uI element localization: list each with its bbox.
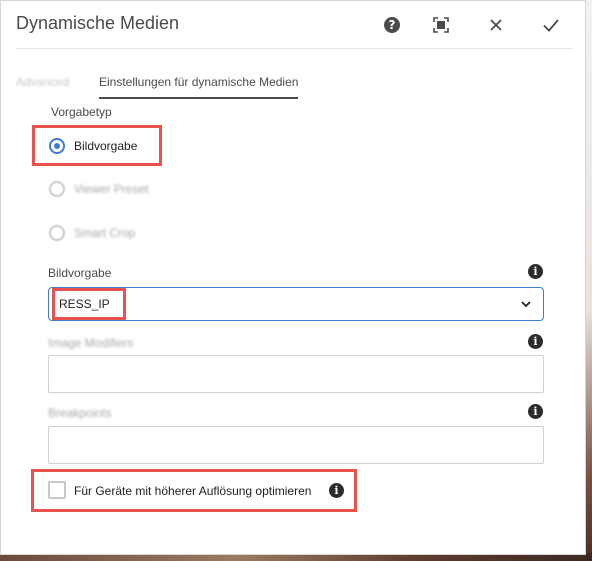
- image-modifiers-input[interactable]: [48, 355, 544, 393]
- info-icon[interactable]: i: [528, 404, 543, 419]
- radio-viewer-preset[interactable]: [49, 181, 65, 197]
- fullscreen-icon[interactable]: [431, 15, 451, 35]
- radio-viewer-preset-label: Viewer Preset: [74, 182, 149, 196]
- radio-image-preset[interactable]: [49, 138, 65, 154]
- check-icon[interactable]: [541, 15, 561, 35]
- radio-smart-crop[interactable]: [49, 225, 65, 241]
- dialog-title: Dynamische Medien: [16, 13, 180, 33]
- hires-optimize-checkbox[interactable]: [48, 481, 66, 499]
- tab-dynamic-media-settings[interactable]: Einstellungen für dynamische Medien: [99, 75, 298, 89]
- breakpoints-label: Breakpoints: [48, 406, 112, 420]
- tab-advanced[interactable]: Advanced: [16, 75, 69, 89]
- highlight-box-image-preset-value: [52, 288, 126, 320]
- breakpoints-input[interactable]: [48, 426, 544, 464]
- dynamic-media-dialog: Dynamische Medien ? Advanced Einstellung…: [0, 0, 586, 555]
- preset-type-label: Vorgabetyp: [51, 105, 112, 119]
- dialog-titlebar: Dynamische Medien ?: [1, 1, 585, 49]
- hires-optimize-label: Für Geräte mit höherer Auflösung optimie…: [74, 484, 312, 498]
- help-icon[interactable]: ?: [382, 15, 402, 35]
- info-icon[interactable]: i: [329, 483, 344, 498]
- info-icon[interactable]: i: [528, 264, 543, 279]
- radio-smart-crop-label: Smart Crop: [74, 226, 136, 240]
- info-icon[interactable]: i: [528, 334, 543, 349]
- chevron-down-icon: [521, 301, 531, 308]
- image-preset-label: Bildvorgabe: [48, 266, 112, 280]
- radio-image-preset-label: Bildvorgabe: [74, 139, 138, 153]
- close-icon[interactable]: [486, 15, 506, 35]
- active-tab-indicator: [99, 97, 298, 99]
- title-separator: [16, 48, 573, 49]
- image-modifiers-label: Image Modifiers: [48, 336, 134, 350]
- svg-text:?: ?: [389, 18, 396, 32]
